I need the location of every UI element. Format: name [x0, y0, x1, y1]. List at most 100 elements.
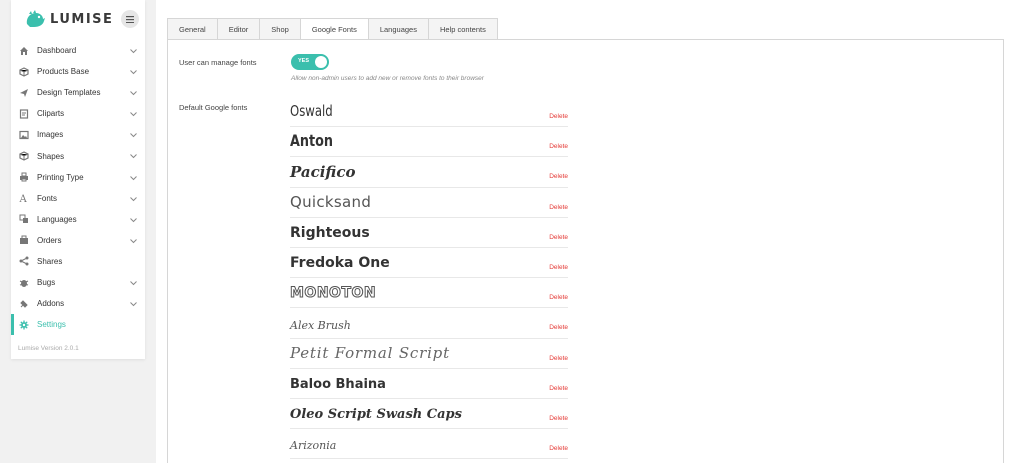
- font-preview: Anton: [290, 131, 334, 151]
- font-row: Fredoka One Delete: [290, 248, 568, 279]
- share-icon: [19, 256, 29, 266]
- sidebar-item-shapes[interactable]: Shapes: [11, 145, 145, 166]
- cube-icon: [19, 151, 29, 161]
- tab-editor[interactable]: Editor: [216, 18, 260, 40]
- font-preview: Monoton: [289, 285, 377, 302]
- font-row: Oleo Script Swash Caps Delete: [290, 399, 568, 430]
- tab-shop[interactable]: Shop: [259, 18, 300, 40]
- sidebar-item-label: Shares: [37, 256, 63, 266]
- main-content: General Editor Shop Google Fonts Languages He…: [156, 0, 1024, 463]
- lumise-logo-icon: [24, 10, 46, 28]
- manage-fonts-toggle[interactable]: YES: [291, 54, 329, 70]
- manage-fonts-label: User can manage fonts: [179, 58, 257, 67]
- font-row: Baloo Bhaina Delete: [290, 369, 568, 399]
- sidebar-item-label: Design Templates: [37, 88, 101, 98]
- sidebar-item-printing-type[interactable]: Printing Type: [11, 167, 145, 188]
- font-row: Arizonia Delete: [290, 429, 568, 460]
- sidebar-item-label: Orders: [37, 235, 62, 245]
- font-row: Righteous Delete: [290, 218, 568, 248]
- sidebar-item-languages[interactable]: Languages: [11, 209, 145, 230]
- paper-plane-icon: [19, 88, 29, 98]
- font-list: Oswald Delete Anton Delete Pacifico Delete Qui…: [289, 97, 568, 460]
- sidebar-item-fonts[interactable]: A Fonts: [11, 188, 145, 209]
- tab-help-contents[interactable]: Help contents: [427, 18, 498, 40]
- sidebar-item-label: Bugs: [37, 278, 56, 288]
- sidebar-item-cliparts[interactable]: Cliparts: [11, 103, 145, 124]
- font-row: Anton Delete: [290, 127, 568, 158]
- chevron-down-icon: [130, 68, 137, 77]
- sidebar-item-label: Products Base: [37, 67, 90, 77]
- toggle-text: YES: [298, 58, 310, 64]
- sidebar-item-label: Dashboard: [37, 46, 77, 56]
- chevron-down-icon: [130, 131, 137, 140]
- sidebar-item-settings[interactable]: Settings: [11, 314, 145, 336]
- font-preview: Fredoka One: [290, 255, 390, 272]
- sidebar-nav: Dashboard Products Base Design Templates Cl…: [11, 40, 145, 336]
- sidebar-item-label: Shapes: [37, 151, 65, 161]
- font-row: Pacifico Delete: [290, 157, 568, 188]
- sidebar-item-bugs[interactable]: Bugs: [11, 272, 145, 293]
- cube-icon: [19, 66, 29, 77]
- chevron-down-icon: [130, 110, 137, 119]
- sidebar-item-shares[interactable]: Shares: [11, 251, 145, 272]
- sidebar-item-label: Cliparts: [37, 109, 65, 119]
- delete-font-link[interactable]: Delete: [549, 294, 568, 301]
- chevron-down-icon: [130, 237, 137, 246]
- font-preview: Oleo Script Swash Caps: [290, 407, 462, 423]
- delete-font-link[interactable]: Delete: [549, 415, 568, 422]
- font-row: Petit Formal Script Delete: [290, 339, 568, 369]
- sidebar-item-label: Settings: [37, 320, 66, 330]
- sidebar-item-label: Images: [37, 130, 64, 140]
- settings-tabs: General Editor Shop Google Fonts Languages He…: [167, 18, 498, 40]
- sidebar-item-dashboard[interactable]: Dashboard: [11, 40, 145, 61]
- sidebar-item-products-base[interactable]: Products Base: [11, 61, 145, 82]
- google-fonts-panel: User can manage fonts YES Allow non-admi…: [167, 39, 1004, 463]
- chevron-down-icon: [130, 89, 137, 98]
- delete-font-link[interactable]: Delete: [549, 385, 568, 392]
- sidebar-item-label: Languages: [37, 214, 77, 224]
- delete-font-link[interactable]: Delete: [549, 324, 568, 331]
- delete-font-link[interactable]: Delete: [549, 264, 568, 271]
- chevron-down-icon: [130, 279, 137, 288]
- tab-languages[interactable]: Languages: [367, 18, 428, 40]
- font-icon: A: [19, 193, 29, 203]
- font-row: Quicksand Delete: [290, 188, 568, 218]
- bug-icon: [19, 278, 29, 288]
- menu-toggle-button[interactable]: [121, 10, 139, 28]
- sidebar-item-orders[interactable]: Orders: [11, 230, 145, 251]
- delete-font-link[interactable]: Delete: [549, 204, 568, 211]
- sidebar-item-images[interactable]: Images: [11, 124, 145, 145]
- tab-google-fonts[interactable]: Google Fonts: [299, 18, 368, 40]
- home-icon: [19, 46, 29, 56]
- chevron-down-icon: [130, 47, 137, 56]
- sidebar-item-addons[interactable]: Addons: [11, 293, 145, 314]
- svg-text:A: A: [19, 194, 28, 203]
- sidebar-item-label: Fonts: [37, 193, 58, 203]
- font-preview: Arizonia: [290, 439, 337, 453]
- font-preview: Alex Brush: [290, 318, 351, 332]
- delete-font-link[interactable]: Delete: [549, 445, 568, 452]
- logo[interactable]: LUMISE: [11, 0, 145, 38]
- sidebar: LUMISE Dashboard Products Base Design Temp…: [11, 0, 145, 359]
- brand-name: LUMISE: [50, 11, 114, 27]
- delete-font-link[interactable]: Delete: [549, 355, 568, 362]
- sidebar-item-label: Printing Type: [37, 172, 84, 182]
- manage-fonts-hint: Allow non-admin users to add new or remo…: [291, 75, 484, 82]
- font-preview: Oswald: [290, 102, 333, 121]
- default-fonts-label: Default Google fonts: [179, 103, 248, 112]
- printer-icon: [19, 172, 29, 182]
- sidebar-item-design-templates[interactable]: Design Templates: [11, 82, 145, 103]
- font-preview: Baloo Bhaina: [290, 376, 386, 392]
- tab-general[interactable]: General: [167, 18, 217, 40]
- image-icon: [19, 130, 29, 140]
- font-preview: Pacifico: [290, 162, 356, 181]
- delete-font-link[interactable]: Delete: [549, 113, 568, 120]
- delete-font-link[interactable]: Delete: [549, 143, 568, 150]
- toggle-knob: [315, 56, 327, 68]
- chevron-down-icon: [130, 216, 137, 225]
- font-preview: Quicksand: [290, 192, 372, 211]
- delete-font-link[interactable]: Delete: [549, 173, 568, 180]
- delete-font-link[interactable]: Delete: [549, 234, 568, 241]
- clipart-icon: [19, 109, 29, 119]
- translate-icon: [19, 214, 29, 224]
